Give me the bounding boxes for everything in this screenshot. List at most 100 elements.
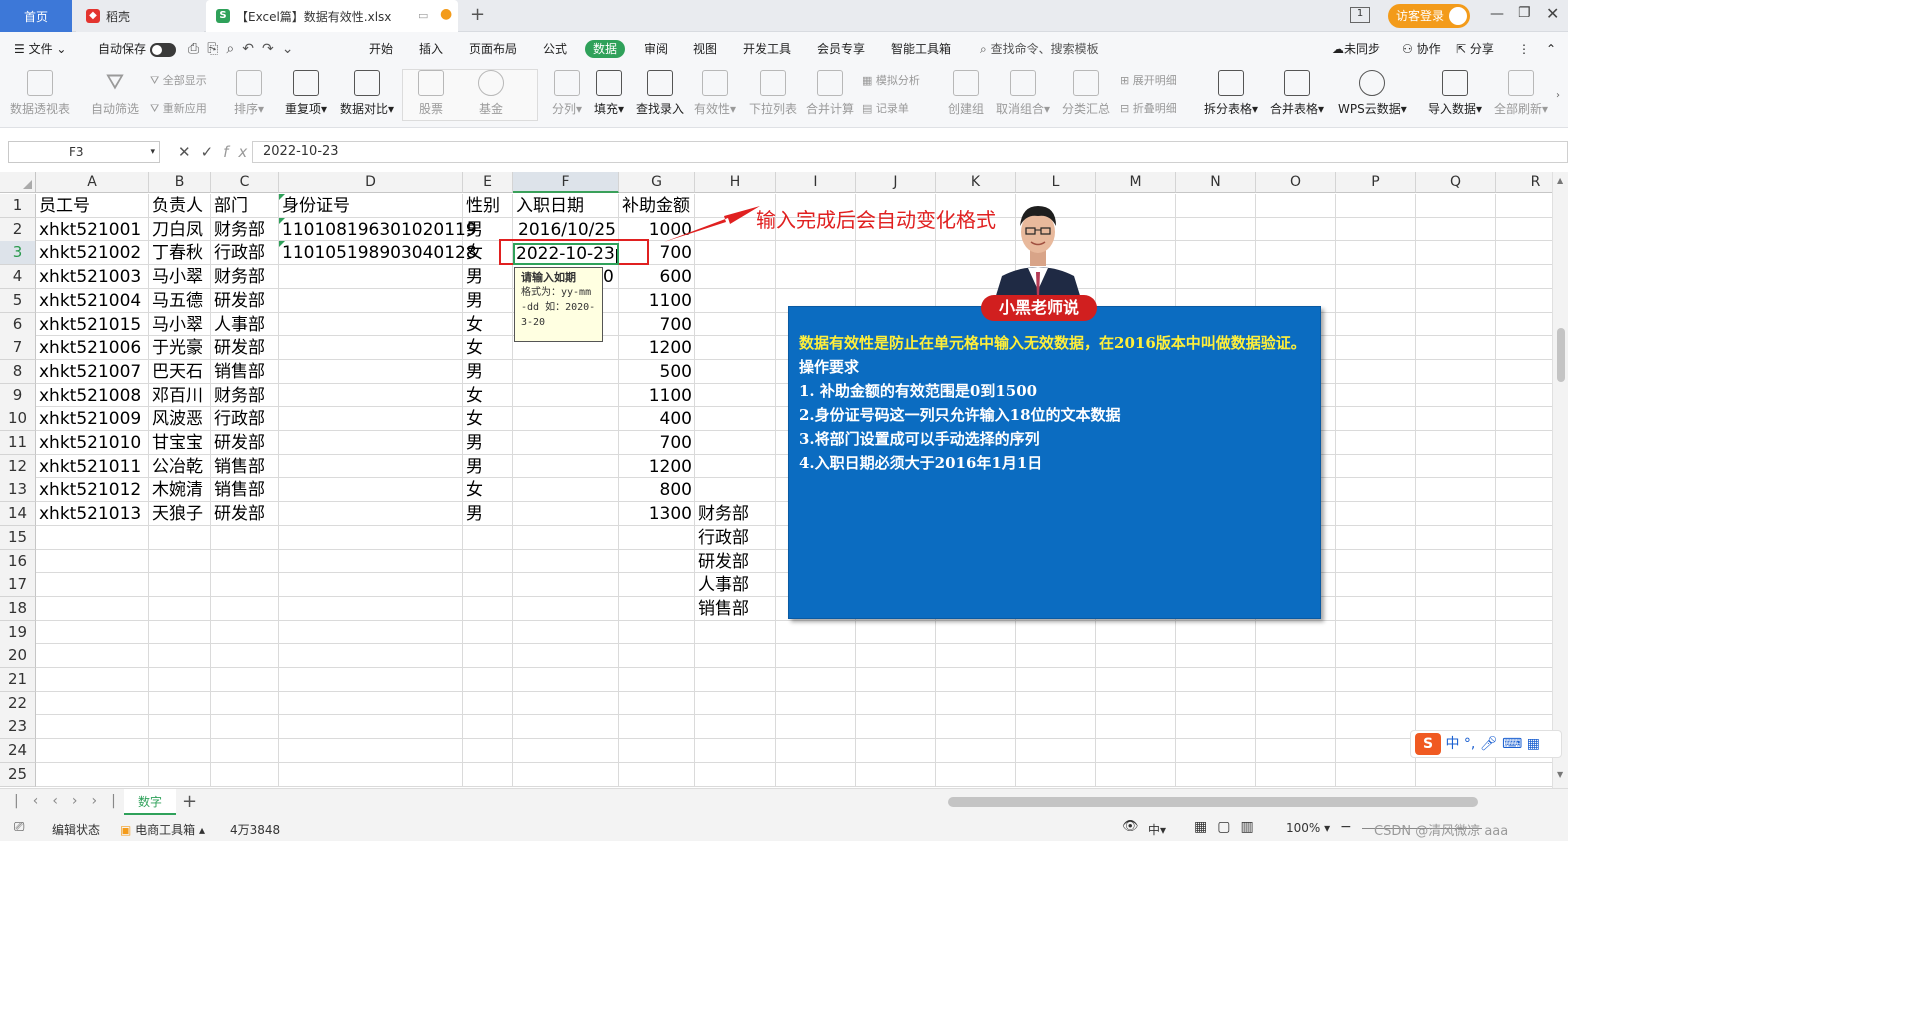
row-header-3[interactable]: 3 — [0, 241, 36, 266]
formula-input[interactable]: 2022-10-23 — [252, 141, 1568, 163]
stock-button[interactable]: 股票 — [418, 70, 444, 117]
column-header-q[interactable]: Q — [1416, 172, 1496, 193]
dropdown-list-button[interactable]: 下拉列表 — [749, 70, 797, 117]
vertical-scroll-thumb[interactable] — [1557, 328, 1565, 382]
cell-c5[interactable]: 研发部 — [214, 289, 276, 313]
zoom-level[interactable]: 100% ▾ — [1286, 821, 1330, 835]
menu-page-layout[interactable]: 页面布局 — [469, 40, 517, 58]
cell-a7[interactable]: xhkt521006 — [39, 336, 146, 360]
menu-view[interactable]: 视图 — [693, 40, 717, 58]
toggle-switch[interactable] — [149, 42, 176, 57]
column-header-g[interactable]: G — [619, 172, 695, 193]
horizontal-scrollbar[interactable] — [918, 797, 1538, 807]
record-form-button[interactable]: ▤ 记录单 — [862, 100, 909, 116]
cell-g5[interactable]: 1100 — [622, 289, 692, 313]
duplicates-button[interactable]: 重复项▾ — [285, 70, 327, 117]
simulate-button[interactable]: ▦ 模拟分析 — [862, 72, 920, 88]
row-header-6[interactable]: 6 — [0, 312, 36, 337]
menu-start[interactable]: 开始 — [369, 40, 393, 58]
split-table-button[interactable]: 拆分表格▾ — [1204, 70, 1258, 117]
cell-c12[interactable]: 销售部 — [214, 455, 276, 479]
column-header-d[interactable]: D — [279, 172, 463, 193]
auto-filter-button[interactable]: ⛛ 自动筛选 — [91, 70, 139, 117]
collab-button[interactable]: ⚇ 协作 — [1402, 40, 1441, 58]
row-header-7[interactable]: 7 — [0, 336, 36, 361]
cell-c3[interactable]: 行政部 — [214, 241, 276, 265]
view-mode-icons[interactable]: ▦▢▥ — [1194, 819, 1264, 835]
column-header-l[interactable]: L — [1016, 172, 1096, 193]
cell-b9[interactable]: 邓百川 — [152, 384, 208, 408]
data-compare-button[interactable]: 数据对比▾ — [340, 70, 394, 117]
macro-icon[interactable]: ⎚ — [14, 820, 24, 835]
more-icon[interactable]: ⋮ — [1518, 40, 1530, 58]
menu-insert[interactable]: 插入 — [419, 40, 443, 58]
share-button[interactable]: ⇱ 分享 — [1456, 40, 1494, 58]
confirm-icon[interactable]: ✓ — [201, 143, 224, 161]
ecommerce-toolbox[interactable]: ▣ 电商工具箱 ▴ — [120, 821, 205, 838]
cell-e4[interactable]: 男 — [466, 265, 510, 289]
cell-e13[interactable]: 女 — [466, 478, 510, 502]
row-header-15[interactable]: 15 — [0, 525, 36, 550]
cell-g10[interactable]: 400 — [622, 407, 692, 431]
tab-home[interactable]: 首页 — [0, 0, 72, 32]
cell-g8[interactable]: 500 — [622, 360, 692, 384]
cell-c7[interactable]: 研发部 — [214, 336, 276, 360]
horizontal-scroll-thumb[interactable] — [948, 797, 1478, 807]
cell-e5[interactable]: 男 — [466, 289, 510, 313]
keyboard-icon[interactable]: ⌨ — [1502, 736, 1522, 752]
cell-e10[interactable]: 女 — [466, 407, 510, 431]
column-header-i[interactable]: I — [776, 172, 856, 193]
column-header-p[interactable]: P — [1336, 172, 1416, 193]
row-header-18[interactable]: 18 — [0, 596, 36, 621]
menu-data[interactable]: 数据 — [585, 40, 626, 58]
column-header-h[interactable]: H — [695, 172, 776, 193]
cell-e12[interactable]: 男 — [466, 455, 510, 479]
grid-icon[interactable]: ▦ — [1527, 736, 1540, 752]
cell-b4[interactable]: 马小翠 — [152, 265, 208, 289]
cell-c8[interactable]: 销售部 — [214, 360, 276, 384]
language-menu[interactable]: 中▾ — [1148, 821, 1166, 838]
pivot-table-button[interactable]: 数据透视表 — [10, 70, 70, 117]
import-data-button[interactable]: 导入数据▾ — [1428, 70, 1482, 117]
row-header-12[interactable]: 12 — [0, 454, 36, 479]
cell-c14[interactable]: 研发部 — [214, 502, 276, 526]
dept-list-item[interactable]: 人事部 — [698, 573, 773, 597]
row-header-2[interactable]: 2 — [0, 217, 36, 242]
cell-a4[interactable]: xhkt521003 — [39, 265, 146, 289]
row-header-23[interactable]: 23 — [0, 715, 36, 740]
active-cell-f3[interactable]: 2022-10-23 — [513, 243, 619, 265]
minimize-icon[interactable]: — — [1490, 6, 1504, 22]
cell-b8[interactable]: 巴天石 — [152, 360, 208, 384]
ungroup-button[interactable]: 取消组合▾ — [996, 70, 1050, 117]
cell-g4-stray[interactable]: 0 — [603, 265, 673, 289]
window-layout-icon[interactable]: 1 — [1350, 7, 1370, 23]
cell-a10[interactable]: xhkt521009 — [39, 407, 146, 431]
cell-b6[interactable]: 马小翠 — [152, 313, 208, 337]
cell-a3[interactable]: xhkt521002 — [39, 241, 146, 265]
create-group-button[interactable]: 创建组 — [948, 70, 984, 117]
cell-g6[interactable]: 700 — [622, 313, 692, 337]
collapse-detail-button[interactable]: ⊟ 折叠明细 — [1120, 100, 1177, 116]
refresh-all-button[interactable]: 全部刷新▾ — [1494, 70, 1548, 117]
autosave-toggle[interactable]: 自动保存 — [98, 40, 176, 58]
column-header-b[interactable]: B — [149, 172, 211, 193]
cell-g9[interactable]: 1100 — [622, 384, 692, 408]
cell-e14[interactable]: 男 — [466, 502, 510, 526]
column-header-e[interactable]: E — [463, 172, 513, 193]
tab-excel-file[interactable]: S 【Excel篇】数据有效性.xlsx ▭ ● — [206, 0, 458, 32]
cell-a5[interactable]: xhkt521004 — [39, 289, 146, 313]
sheet-tab-active[interactable]: 数字 — [124, 789, 176, 815]
scroll-down-icon[interactable]: ▼ — [1557, 770, 1563, 779]
column-header-a[interactable]: A — [36, 172, 149, 193]
cell-e9[interactable]: 女 — [466, 384, 510, 408]
column-header-r[interactable]: R — [1496, 172, 1552, 193]
row-header-21[interactable]: 21 — [0, 668, 36, 692]
merge-table-button[interactable]: 合并表格▾ — [1270, 70, 1324, 117]
eye-icon[interactable]: 👁︎ — [1122, 819, 1139, 834]
sync-status[interactable]: ☁未同步 — [1332, 40, 1380, 58]
cell-b14[interactable]: 天狼子 — [152, 502, 208, 526]
row-header-25[interactable]: 25 — [0, 762, 36, 787]
cell-a14[interactable]: xhkt521013 — [39, 502, 146, 526]
ribbon-scroll-right-icon[interactable]: › — [1556, 90, 1560, 101]
cell-a1[interactable]: 员工号 — [39, 194, 146, 218]
